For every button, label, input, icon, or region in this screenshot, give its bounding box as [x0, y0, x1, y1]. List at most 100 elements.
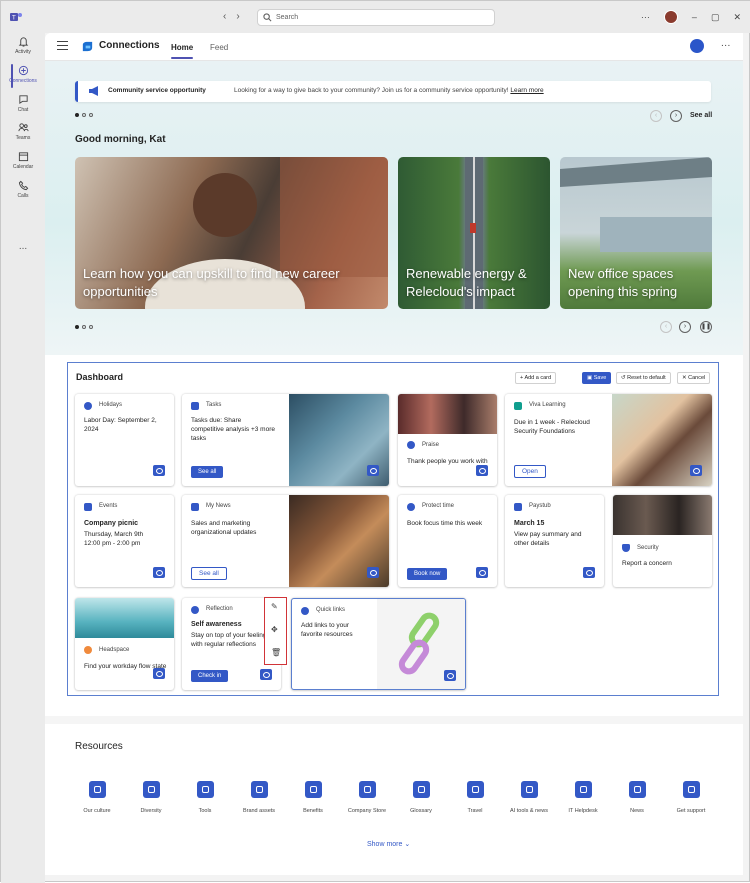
visibility-icon[interactable]	[367, 465, 379, 476]
show-more-link[interactable]: Show more ⌄	[367, 840, 410, 848]
pager-dot[interactable]	[75, 325, 79, 329]
tab-feed[interactable]: Feed	[210, 43, 228, 52]
avatar[interactable]	[663, 10, 678, 24]
card-label: Holidays	[99, 402, 123, 408]
banner-body: Looking for a way to give back to your c…	[234, 87, 509, 94]
card-paystub[interactable]: Paystub March 15 View pay summary and ot…	[505, 495, 604, 587]
app-title: Connections	[99, 40, 160, 51]
resource-icon	[412, 781, 430, 798]
pager-dot[interactable]	[89, 325, 93, 329]
visibility-icon[interactable]	[153, 567, 165, 578]
hero-card-renewable[interactable]: Renewable energy & Relecloud's impact	[398, 157, 550, 309]
pager-dot[interactable]	[82, 325, 86, 329]
see-all-link[interactable]: See all	[690, 112, 712, 119]
carousel-pause-button[interactable]: ❚❚	[700, 321, 712, 333]
card-tasks[interactable]: Tasks Tasks due: Share competitive analy…	[182, 394, 389, 486]
card-holidays[interactable]: Holidays Labor Day: September 2, 2024	[75, 394, 174, 486]
carousel-prev-button[interactable]: ‹	[660, 321, 672, 333]
news-see-all-button[interactable]: See all	[191, 567, 227, 580]
resource-item[interactable]: IT Helpdesk	[553, 777, 613, 814]
carousel-pager[interactable]	[75, 325, 93, 329]
delete-icon[interactable]: 🗑	[271, 648, 281, 657]
tab-home[interactable]: Home	[171, 43, 194, 59]
resource-item[interactable]: Our culture	[67, 777, 127, 814]
resource-label: Tools	[198, 808, 212, 814]
rail-item-calendar[interactable]: Calendar	[1, 150, 45, 178]
pager-dot[interactable]	[82, 113, 86, 117]
hero-card-office[interactable]: New office spaces opening this spring	[560, 157, 712, 309]
card-quick-links[interactable]: Quick links Add links to your favorite r…	[291, 598, 466, 690]
ribbon-icon	[407, 441, 415, 449]
card-security[interactable]: Security Report a concern	[613, 495, 712, 587]
resource-item[interactable]: Glossary	[391, 777, 451, 814]
chat-icon	[18, 95, 28, 105]
visibility-icon[interactable]	[444, 670, 456, 681]
card-protect-time[interactable]: Protect time Book focus time this week B…	[398, 495, 497, 587]
banner-next-button[interactable]: ›	[670, 110, 682, 122]
visibility-icon[interactable]	[583, 567, 595, 578]
rail-item-calls[interactable]: Calls	[1, 179, 45, 207]
visibility-icon[interactable]	[476, 567, 488, 578]
resource-item[interactable]: AI tools & news	[499, 777, 559, 814]
minimize-icon[interactable]: –	[692, 12, 697, 22]
hamburger-icon[interactable]	[57, 41, 68, 50]
rail-item-activity[interactable]: Activity	[1, 35, 45, 63]
resource-item[interactable]: Tools	[175, 777, 235, 814]
edit-icon[interactable]: ✎	[271, 602, 278, 611]
rail-item-teams[interactable]: Teams	[1, 121, 45, 149]
reset-button[interactable]: ↺ Reset to default	[616, 372, 671, 384]
check-in-button[interactable]: Check in	[191, 670, 229, 682]
pager-dot[interactable]	[75, 113, 79, 117]
resource-item[interactable]: Travel	[445, 777, 505, 814]
reflection-title: Self awareness	[191, 621, 242, 628]
resource-label: News	[630, 808, 644, 814]
resource-item[interactable]: Get support	[661, 777, 721, 814]
close-icon[interactable]: ✕	[733, 12, 741, 23]
card-my-news[interactable]: My News Sales and marketing organization…	[182, 495, 389, 587]
rail-item-connections[interactable]: Connections	[1, 64, 45, 92]
visibility-icon[interactable]	[690, 465, 702, 476]
card-label: Headspace	[99, 647, 130, 653]
card-viva-learning[interactable]: Viva Learning Due in 1 week - Relecloud …	[505, 394, 712, 486]
visibility-icon[interactable]	[260, 669, 272, 680]
carousel-next-button[interactable]: ›	[679, 321, 691, 333]
book-now-button[interactable]: Book now	[407, 568, 448, 580]
resource-item[interactable]: Brand assets	[229, 777, 289, 814]
resource-label: IT Helpdesk	[568, 808, 598, 814]
card-headspace[interactable]: Headspace Find your workday flow state	[75, 598, 174, 690]
nav-arrows[interactable]: ‹›	[223, 11, 250, 22]
card-events[interactable]: Events Company picnic Thursday, March 9t…	[75, 495, 174, 587]
banner-learn-more-link[interactable]: Learn more	[510, 87, 543, 94]
rail-item-chat[interactable]: Chat	[1, 93, 45, 121]
save-button[interactable]: ▣ Save	[582, 372, 612, 384]
resource-item[interactable]: News	[607, 777, 667, 814]
move-icon[interactable]: ✥	[271, 625, 278, 634]
banner-pager[interactable]	[75, 113, 93, 117]
visibility-icon[interactable]	[153, 668, 165, 679]
card-praise[interactable]: Praise Thank people you work with	[398, 394, 497, 486]
pager-dot[interactable]	[89, 113, 93, 117]
viva-open-button[interactable]: Open	[514, 465, 546, 478]
app-more-button[interactable]: ...	[721, 38, 731, 49]
tasks-see-all-button[interactable]: See all	[191, 466, 224, 478]
phone-icon	[18, 180, 28, 191]
resource-item[interactable]: Company Store	[337, 777, 397, 814]
tasks-icon	[191, 402, 199, 410]
rail-more-button[interactable]: ...	[1, 241, 45, 252]
add-card-button[interactable]: + Add a card	[515, 372, 557, 384]
visibility-icon[interactable]	[367, 567, 379, 578]
app-rail: Activity Connections Chat Teams Calendar…	[1, 33, 45, 883]
maximize-icon[interactable]: ▢	[711, 12, 720, 23]
copilot-icon[interactable]	[690, 39, 704, 53]
more-icon[interactable]: ···	[641, 12, 650, 22]
hero-card-upskill[interactable]: Learn how you can upskill to find new ca…	[75, 157, 388, 309]
banner-prev-button[interactable]: ‹	[650, 110, 662, 122]
announcement-banner[interactable]: Community service opportunity Looking fo…	[75, 81, 711, 102]
resource-item[interactable]: Diversity	[121, 777, 181, 814]
cancel-button[interactable]: ✕ Cancel	[677, 372, 711, 384]
window-controls: ··· – ▢ ✕	[641, 10, 741, 24]
visibility-icon[interactable]	[476, 465, 488, 476]
resource-item[interactable]: Benefits	[283, 777, 343, 814]
search-input[interactable]: Search	[257, 9, 495, 26]
visibility-icon[interactable]	[153, 465, 165, 476]
